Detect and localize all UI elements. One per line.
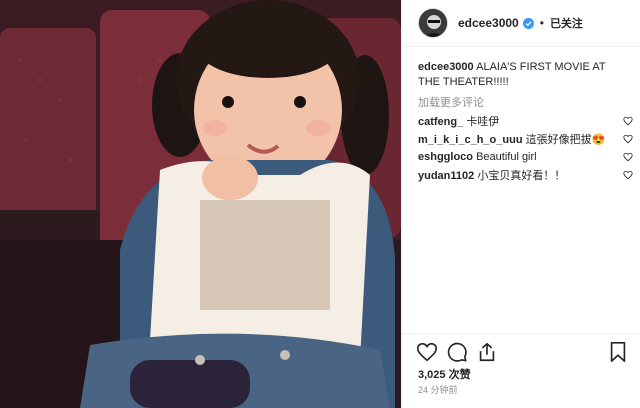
comment-username[interactable]: catfeng_ <box>418 116 463 128</box>
comment-like-heart-icon[interactable] <box>623 152 633 162</box>
post-side-panel: edcee3000 • 已关注 edcee3000 ALAIA'S FIRST … <box>401 0 640 408</box>
avatar-portrait-icon <box>419 9 447 37</box>
comment-text: 小宝贝真好看！！ <box>477 170 566 182</box>
comment-like-heart-icon[interactable] <box>623 170 633 180</box>
post-timestamp: 24 分钟前 <box>418 385 458 395</box>
comment-content: catfeng_ 卡哇伊 <box>418 113 499 129</box>
child-in-theater-illustration <box>0 0 401 408</box>
following-button[interactable]: 已关注 <box>550 15 583 31</box>
post-header: edcee3000 • 已关注 <box>402 0 640 47</box>
load-more-comments-link[interactable]: 加载更多评论 <box>418 94 484 110</box>
comment-list: catfeng_ 卡哇伊 m_i_k_i_c_h_o_uuu 這張好像把拔😍 e… <box>418 112 633 184</box>
comment-like-heart-icon[interactable] <box>623 116 633 126</box>
comment-username[interactable]: yudan1102 <box>418 170 474 182</box>
verified-badge-icon <box>522 17 534 29</box>
comment-text: 這張好像把拔😍 <box>525 134 606 146</box>
comment-item: m_i_k_i_c_h_o_uuu 這張好像把拔😍 <box>418 130 633 148</box>
comment-item: catfeng_ 卡哇伊 <box>418 112 633 130</box>
like-count[interactable]: 3,025 次赞 <box>418 366 471 382</box>
post-caption: edcee3000 ALAIA'S FIRST MOVIE AT THE THE… <box>418 60 628 90</box>
bookmark-icon[interactable] <box>607 341 629 363</box>
comment-text: Beautiful girl <box>476 151 537 163</box>
comment-like-heart-icon[interactable] <box>623 134 633 144</box>
heart-icon[interactable] <box>416 341 438 363</box>
comment-item: eshggloco Beautiful girl <box>418 148 633 166</box>
comment-content: eshggloco Beautiful girl <box>418 151 537 163</box>
post-photo[interactable] <box>0 0 401 408</box>
comment-bubble-icon[interactable] <box>446 341 468 363</box>
post-action-bar <box>402 333 640 363</box>
comment-text: 卡哇伊 <box>466 116 500 128</box>
avatar[interactable] <box>418 8 448 38</box>
comment-content: m_i_k_i_c_h_o_uuu 這張好像把拔😍 <box>418 131 605 147</box>
comment-content: yudan1102 小宝贝真好看！！ <box>418 167 565 183</box>
share-icon[interactable] <box>476 341 498 363</box>
comment-item: yudan1102 小宝贝真好看！！ <box>418 166 633 184</box>
separator-dot: • <box>539 16 544 30</box>
comment-username[interactable]: eshggloco <box>418 151 473 163</box>
comment-username[interactable]: m_i_k_i_c_h_o_uuu <box>418 134 523 146</box>
caption-username[interactable]: edcee3000 <box>418 61 474 73</box>
header-username[interactable]: edcee3000 <box>458 16 519 30</box>
